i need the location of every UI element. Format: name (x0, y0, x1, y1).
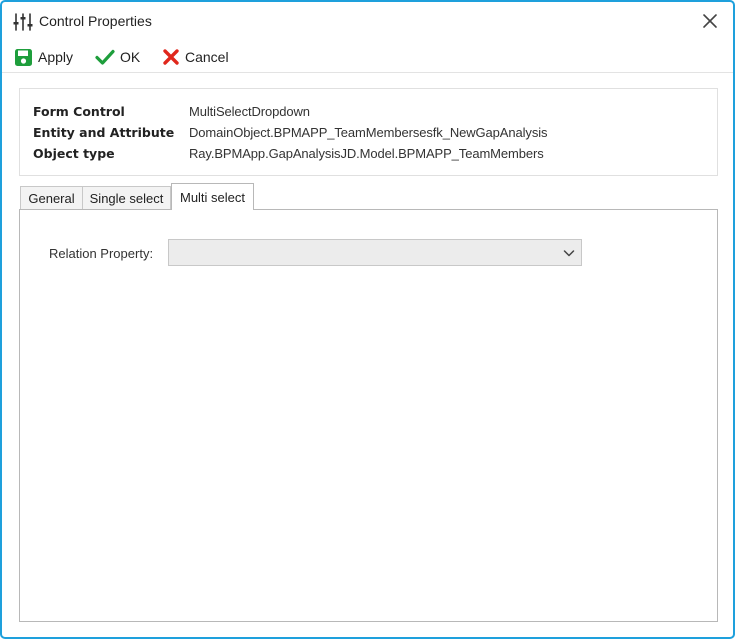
tab-general[interactable]: General (20, 186, 83, 209)
form-control-label: Form Control (33, 104, 125, 119)
entity-attribute-value: DomainObject.BPMAPP_TeamMembersesfk_NewG… (189, 125, 548, 140)
apply-label: Apply (38, 49, 74, 65)
multi-select-panel: Relation Property: (19, 209, 718, 622)
control-info-panel: Form Control MultiSelectDropdown Entity … (19, 88, 718, 176)
close-icon[interactable] (701, 12, 719, 30)
tab-multi-select-label: Multi select (179, 189, 246, 205)
checkmark-icon (95, 49, 115, 65)
ok-label: OK (120, 49, 141, 65)
apply-button[interactable]: Apply (14, 46, 73, 68)
relation-property-dropdown[interactable] (168, 239, 582, 266)
title-bar: Control Properties (2, 2, 733, 40)
form-control-row: Form Control MultiSelectDropdown (33, 104, 310, 122)
cancel-button[interactable]: Cancel (162, 46, 229, 68)
toolbar: Apply OK Cancel (2, 42, 733, 73)
object-type-label: Object type (33, 146, 115, 161)
cancel-label: Cancel (185, 49, 229, 65)
sliders-icon (13, 12, 33, 32)
entity-attribute-row: Entity and Attribute DomainObject.BPMAPP… (33, 125, 548, 143)
tab-multi-select[interactable]: Multi select (171, 183, 254, 210)
chevron-down-icon (563, 250, 575, 257)
ok-button[interactable]: OK (95, 46, 140, 68)
x-icon (163, 49, 179, 65)
tab-single-select[interactable]: Single select (82, 186, 171, 209)
relation-property-label: Relation Property: (49, 246, 154, 261)
window-title: Control Properties (39, 13, 152, 29)
entity-attribute-label: Entity and Attribute (33, 125, 175, 140)
object-type-value: Ray.BPMApp.GapAnalysisJD.Model.BPMAPP_Te… (189, 146, 544, 161)
control-properties-dialog: Control Properties Apply OK Cancel Form … (0, 0, 735, 639)
tab-single-select-label: Single select (89, 190, 164, 206)
object-type-row: Object type Ray.BPMApp.GapAnalysisJD.Mod… (33, 146, 544, 164)
form-control-value: MultiSelectDropdown (189, 104, 310, 119)
save-icon (15, 48, 32, 66)
tab-general-label: General (28, 190, 75, 206)
